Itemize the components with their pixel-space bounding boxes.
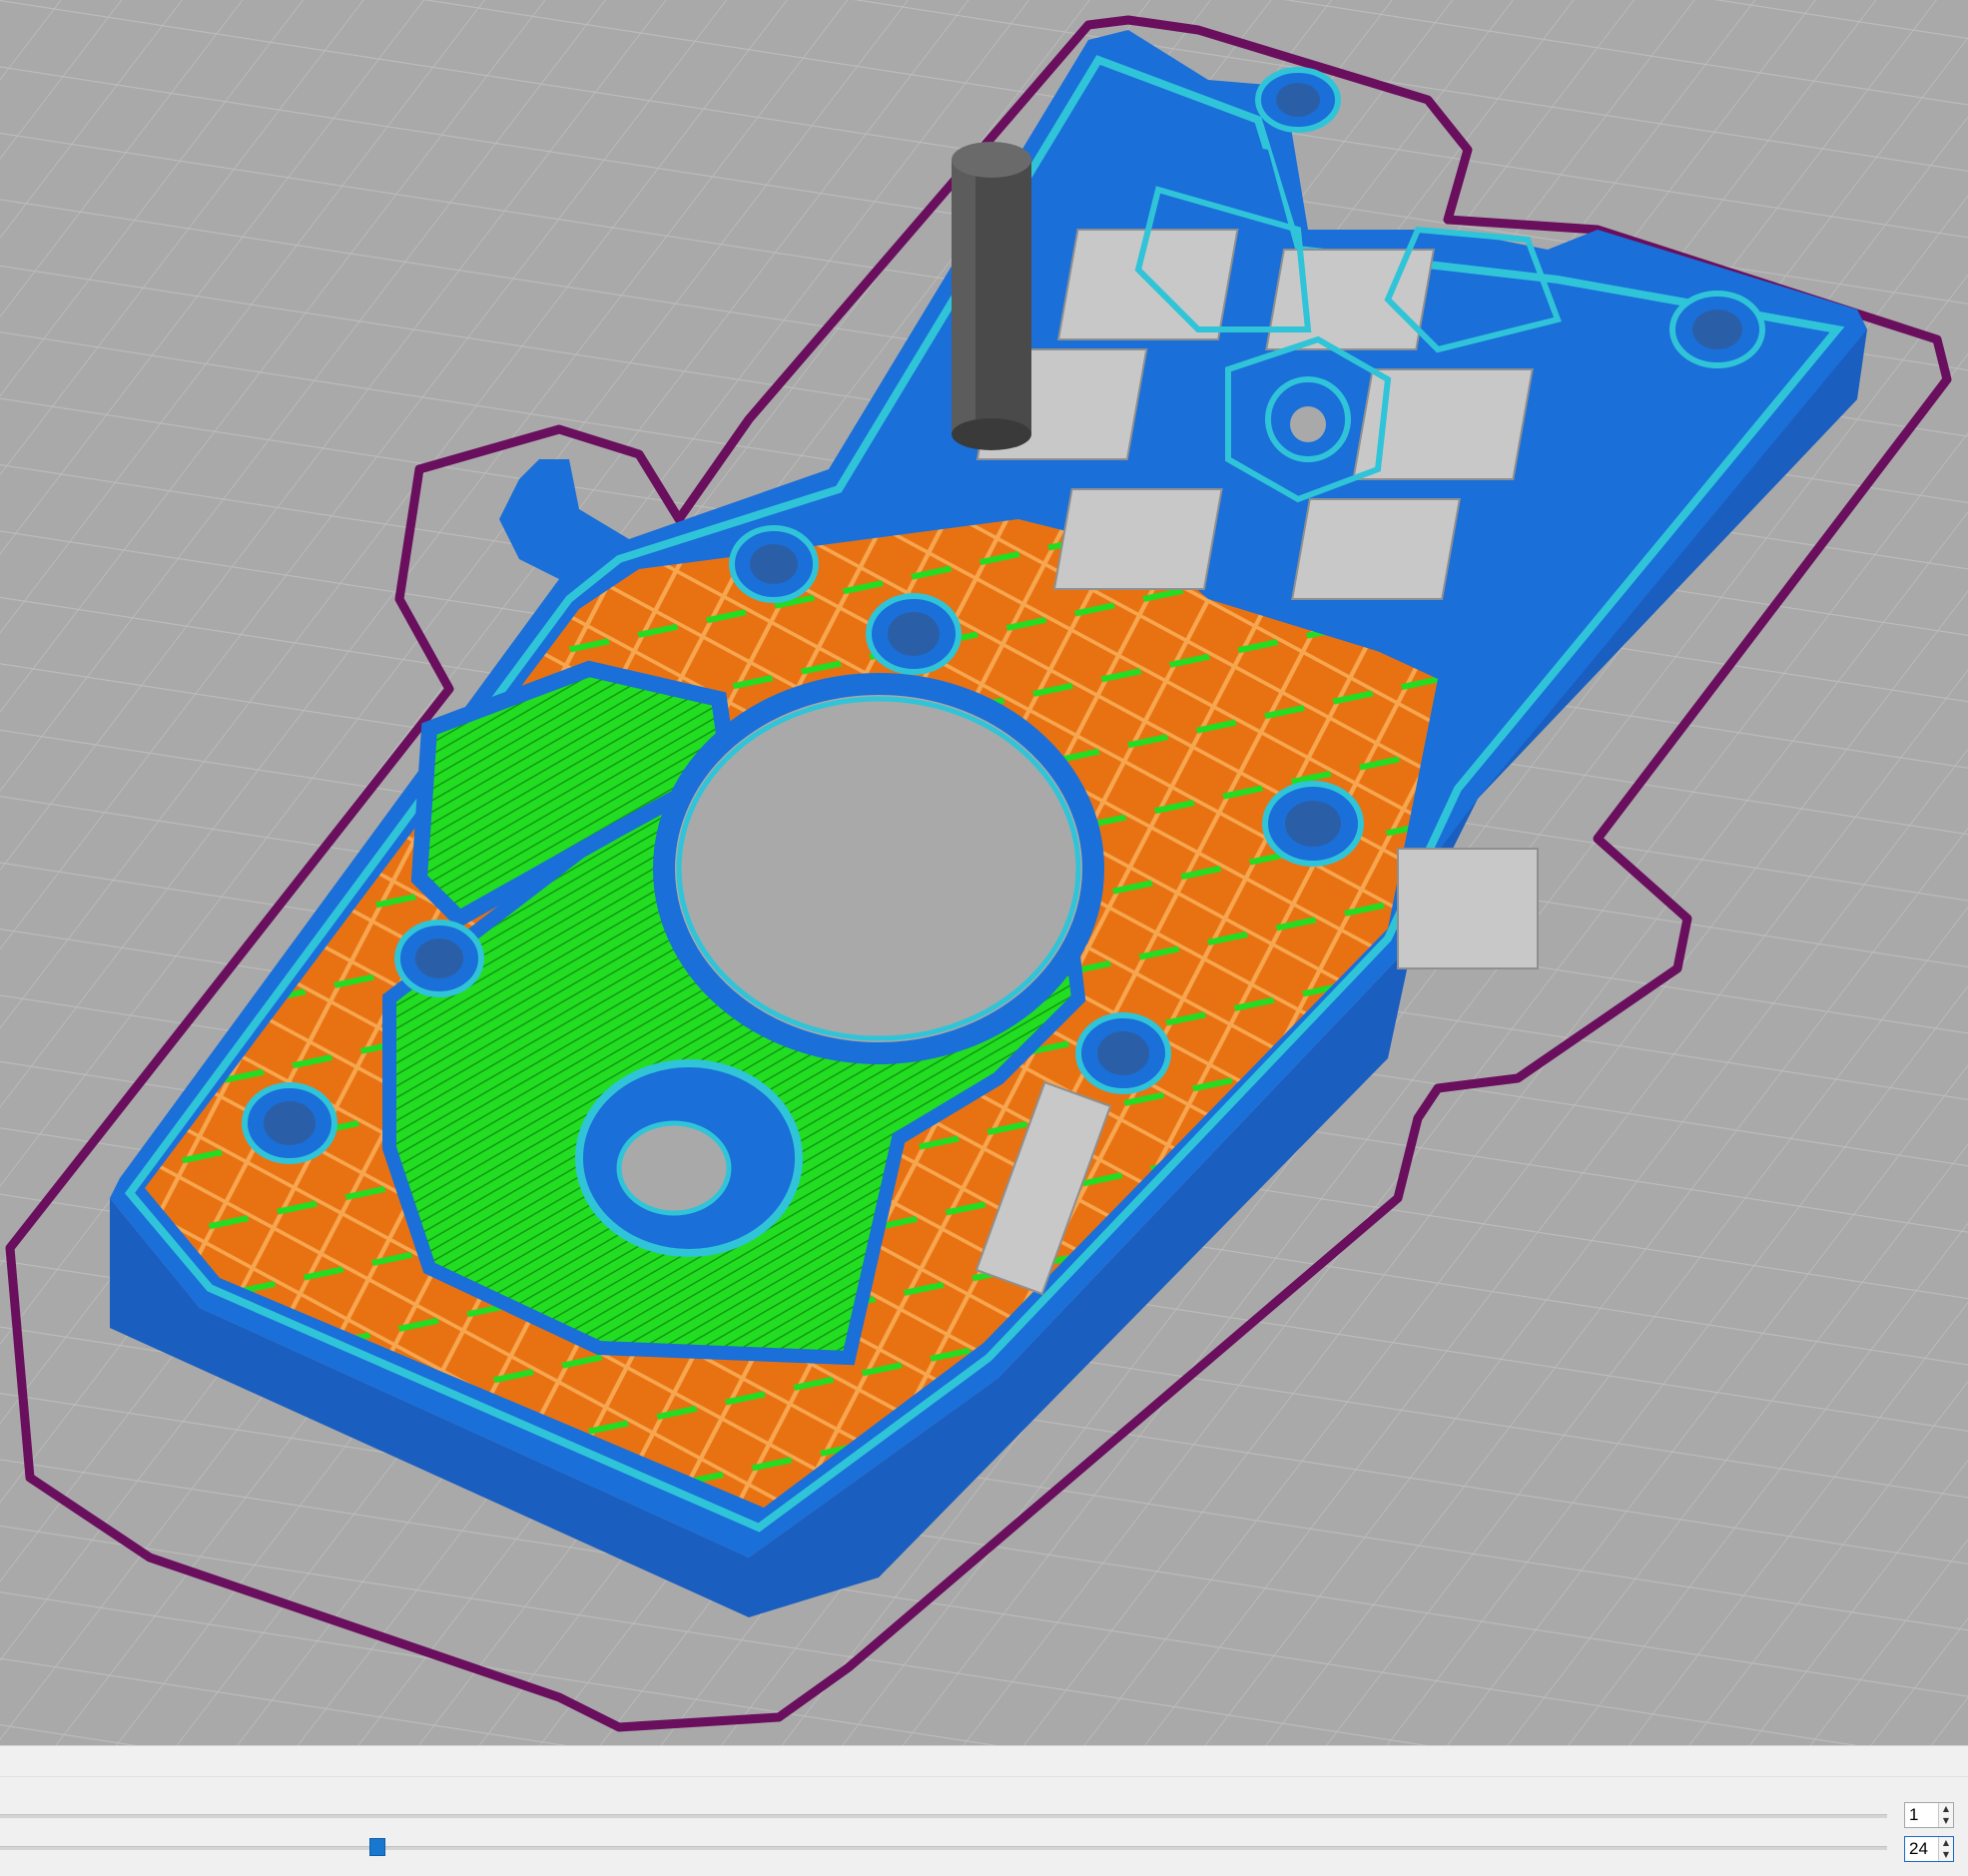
- layer-range-track-min[interactable]: [0, 1814, 1887, 1818]
- spin-down-icon[interactable]: ▼: [1939, 1815, 1953, 1827]
- max-layer-value: 24: [1909, 1839, 1928, 1858]
- layer-range-track-max[interactable]: [0, 1846, 1887, 1850]
- layer-slider-handle[interactable]: [369, 1838, 385, 1856]
- large-center-hole: [653, 673, 1104, 1064]
- panel-divider: [0, 1776, 1968, 1777]
- wipe-tower-cylinder: [952, 142, 1031, 450]
- max-layer-spin-arrows[interactable]: ▲ ▼: [1938, 1837, 1953, 1861]
- min-layer-spin-arrows[interactable]: ▲ ▼: [1938, 1803, 1953, 1827]
- min-layer-spinbox[interactable]: 1 ▲ ▼: [1904, 1802, 1954, 1828]
- layer-control-panel: 1 ▲ ▼ 24 ▲ ▼: [0, 1745, 1968, 1876]
- 3d-preview-viewport[interactable]: [0, 0, 1968, 1745]
- spin-up-icon[interactable]: ▲: [1939, 1837, 1953, 1849]
- center-screw-hole-opening: [1290, 406, 1326, 442]
- sliced-model-render[interactable]: [0, 0, 1968, 1745]
- min-layer-value: 1: [1909, 1805, 1919, 1824]
- max-layer-spinbox[interactable]: 24 ▲ ▼: [1904, 1836, 1954, 1862]
- spin-up-icon[interactable]: ▲: [1939, 1803, 1953, 1815]
- bearing-boss-hole: [616, 1120, 732, 1216]
- spin-down-icon[interactable]: ▼: [1939, 1849, 1953, 1861]
